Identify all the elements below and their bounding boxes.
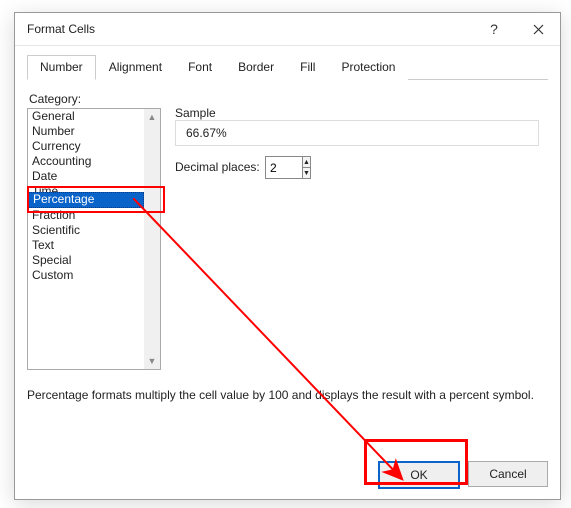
tab-border[interactable]: Border	[225, 55, 287, 80]
annotation-arrow	[133, 198, 423, 498]
list-item[interactable]: Custom	[28, 268, 144, 283]
list-item[interactable]: Special	[28, 253, 144, 268]
format-cells-dialog: Format Cells ? Number Alignment Font Bor…	[14, 12, 561, 500]
list-item[interactable]: Date	[28, 169, 144, 184]
tab-alignment[interactable]: Alignment	[96, 55, 175, 80]
format-description: Percentage formats multiply the cell val…	[27, 388, 537, 402]
dialog-content: Number Alignment Font Border Fill Protec…	[15, 46, 560, 500]
scrollbar-vertical[interactable]: ▲ ▼	[144, 109, 160, 369]
list-item[interactable]: Currency	[28, 139, 144, 154]
decimal-places-spinner[interactable]: ▲ ▼	[265, 156, 311, 179]
decimal-places-input[interactable]	[266, 157, 302, 178]
list-item[interactable]: Time	[28, 184, 144, 192]
dialog-buttons: OK Cancel	[378, 461, 548, 489]
sample-value: 66.67%	[175, 120, 539, 146]
list-item[interactable]: Scientific	[28, 223, 144, 238]
tab-font[interactable]: Font	[175, 55, 225, 80]
number-panel: Category: General Number Currency Accoun…	[27, 80, 548, 489]
scroll-down-icon[interactable]: ▼	[148, 353, 157, 369]
title-bar[interactable]: Format Cells ?	[15, 13, 560, 46]
decimal-places-label: Decimal places:	[175, 160, 260, 174]
tab-fill[interactable]: Fill	[287, 55, 328, 80]
tab-number[interactable]: Number	[27, 55, 96, 80]
list-item[interactable]: Number	[28, 124, 144, 139]
tab-bar: Number Alignment Font Border Fill Protec…	[27, 54, 548, 80]
list-item[interactable]: Accounting	[28, 154, 144, 169]
help-button[interactable]: ?	[472, 13, 516, 45]
spin-up-button[interactable]: ▲	[303, 157, 310, 168]
cancel-button[interactable]: Cancel	[468, 461, 548, 487]
list-item[interactable]: Fraction	[28, 208, 144, 223]
close-button[interactable]	[516, 13, 560, 45]
tab-protection[interactable]: Protection	[328, 55, 408, 80]
scroll-up-icon[interactable]: ▲	[148, 109, 157, 125]
list-item-selected[interactable]: Percentage	[28, 192, 144, 208]
spin-down-button[interactable]: ▼	[303, 168, 310, 178]
category-listbox[interactable]: General Number Currency Accounting Date …	[27, 108, 161, 370]
list-item[interactable]: General	[28, 109, 144, 124]
close-icon	[533, 24, 544, 35]
list-item[interactable]: Text	[28, 238, 144, 253]
ok-button[interactable]: OK	[378, 461, 460, 489]
dialog-title: Format Cells	[27, 22, 472, 36]
category-label: Category:	[29, 92, 81, 106]
sample-label: Sample	[175, 106, 216, 120]
